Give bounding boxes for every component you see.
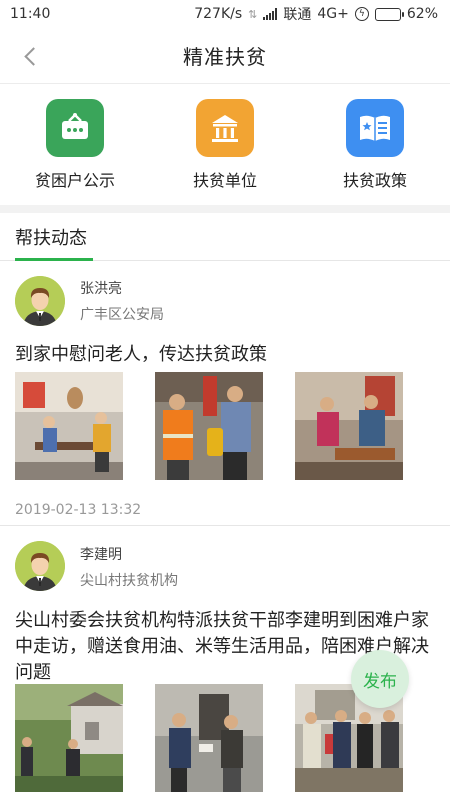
institution-building-icon xyxy=(196,99,254,157)
data-transfer-icon: ⇅ xyxy=(248,7,258,21)
post-photo[interactable] xyxy=(295,372,403,480)
page-title: 精准扶贫 xyxy=(183,45,267,69)
post-photo[interactable] xyxy=(15,684,123,792)
publish-button[interactable]: 发布 xyxy=(351,650,409,708)
quick-link-label: 扶贫单位 xyxy=(192,171,257,190)
carrier-name: 联通 xyxy=(283,7,312,23)
quick-link-poor-households[interactable]: 贫困户公示 xyxy=(10,99,140,191)
author-name: 李建明 xyxy=(80,547,122,563)
back-button[interactable] xyxy=(14,40,46,72)
author-organization: 尖山村扶贫机构 xyxy=(80,573,178,589)
policy-book-icon xyxy=(346,99,404,157)
avatar xyxy=(15,541,65,591)
quick-links: 贫困户公示 扶贫单位 扶贫政策 xyxy=(0,85,450,205)
chevron-left-icon xyxy=(23,46,43,66)
nav-bar: 精准扶贫 xyxy=(0,28,450,84)
battery-percent: 62% xyxy=(406,6,438,22)
status-indicators: 727K/s ⇅ 联通 4G+ ϟ 62% xyxy=(194,4,438,24)
post-photo[interactable] xyxy=(155,372,263,480)
author-name: 张洪亮 xyxy=(80,281,122,297)
poor-household-board-icon xyxy=(46,99,104,157)
charging-icon: ϟ xyxy=(354,7,369,21)
battery-icon xyxy=(374,7,404,21)
network-speed: 727K/s xyxy=(194,6,243,22)
post-photo[interactable] xyxy=(15,372,123,480)
tab-active-indicator xyxy=(15,258,93,261)
news-post[interactable]: 张洪亮 广丰区公安局 到家中慰问老人，传达扶贫政策 2019-02-13 13:… xyxy=(0,262,450,526)
section-header: 帮扶动态 xyxy=(0,213,450,261)
post-text: 到家中慰问老人，传达扶贫政策 xyxy=(15,344,267,365)
avatar xyxy=(15,276,65,326)
news-feed: 张洪亮 广丰区公安局 到家中慰问老人，传达扶贫政策 2019-02-13 13:… xyxy=(0,262,450,800)
tab-help-news[interactable]: 帮扶动态 xyxy=(15,213,87,261)
status-time: 11:40 xyxy=(10,6,51,22)
section-divider xyxy=(0,205,450,213)
quick-link-label: 贫困户公示 xyxy=(34,171,115,190)
status-bar: 11:40 727K/s ⇅ 联通 4G+ ϟ 62% xyxy=(0,0,450,28)
quick-link-label: 扶贫政策 xyxy=(342,171,407,190)
author-organization: 广丰区公安局 xyxy=(80,307,164,323)
quick-link-policies[interactable]: 扶贫政策 xyxy=(310,99,440,191)
signal-icon xyxy=(263,8,278,20)
network-type: 4G+ xyxy=(317,6,349,22)
post-photo[interactable] xyxy=(155,684,263,792)
post-timestamp: 2019-02-13 13:32 xyxy=(15,502,142,518)
quick-link-units[interactable]: 扶贫单位 xyxy=(160,99,290,191)
